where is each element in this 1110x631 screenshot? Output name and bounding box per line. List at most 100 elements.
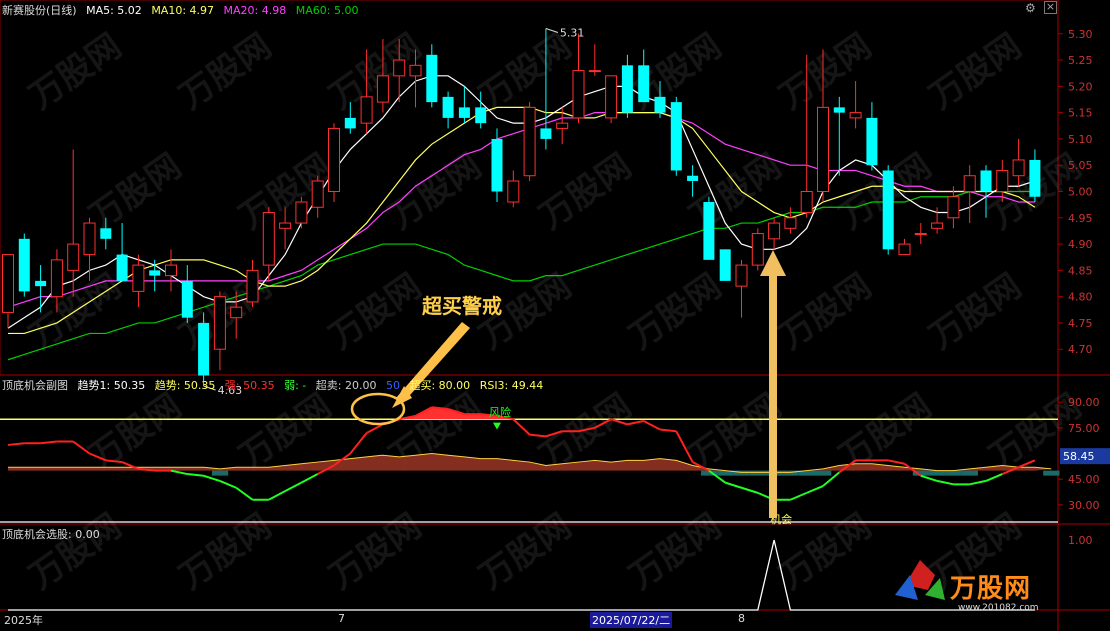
candle-body-up	[996, 169, 1009, 192]
candle-body-up	[132, 264, 145, 292]
ma60-label: MA60: 5.00	[295, 4, 359, 17]
signal-title: 顶底机会选股	[2, 528, 68, 541]
price-tick-label: 5.10	[1068, 133, 1093, 146]
signal-value: : 0.00	[68, 528, 100, 541]
candle-body-up	[295, 201, 308, 224]
oscillator-header: 顶底机会副图 趋势1: 50.35 趋势: 50.35 强: 50.35 弱: …	[2, 377, 549, 393]
watermark-text: 万股网	[322, 506, 428, 597]
rsi-segment	[969, 479, 987, 486]
rsi-segment	[529, 433, 547, 438]
close-icon[interactable]: ×	[1044, 1, 1057, 14]
candle-body-up	[947, 196, 960, 219]
rsi-segment	[170, 469, 188, 476]
watermark-text: 万股网	[22, 506, 128, 597]
osc-tick-label: 30.00	[1068, 499, 1100, 512]
settings-icon[interactable]: ⚙	[1025, 1, 1036, 15]
price-tick-label: 4.75	[1068, 317, 1093, 330]
candle-body-up	[246, 269, 259, 303]
candle-body-down	[719, 249, 731, 281]
candle-body-up	[963, 175, 976, 193]
candle-body-up	[931, 222, 944, 229]
candle-body-up	[230, 306, 243, 319]
candle-body-down	[18, 238, 30, 292]
price-tick-label: 5.25	[1068, 54, 1093, 67]
candle-body-up	[393, 59, 406, 77]
oversold-label: 超卖: 20.00	[315, 379, 377, 392]
candle-body-down	[703, 202, 715, 260]
candle-body-up	[50, 259, 63, 298]
candle-body-up	[800, 191, 813, 214]
rsi-segment	[806, 485, 824, 494]
candle-body-down	[670, 102, 682, 171]
ma10-label: MA10: 4.97	[151, 4, 215, 17]
price-tick-label: 4.95	[1068, 212, 1093, 225]
candle-body-up	[898, 243, 911, 256]
price-tick-label: 4.80	[1068, 291, 1093, 304]
rsi-segment	[985, 473, 1003, 482]
candle-body-down	[442, 96, 454, 118]
brand-name: 万股网	[950, 574, 1032, 604]
rsi-segment	[219, 479, 237, 489]
rsi-segment	[887, 459, 905, 465]
risk-signal-arrow	[493, 422, 501, 430]
candle-body-up	[311, 180, 324, 208]
time-label-cursor-date: 2025/07/22/二	[590, 612, 673, 628]
high-marker-label: 5.31	[560, 27, 585, 40]
candle-body-up	[817, 106, 829, 192]
rsi-segment	[7, 442, 25, 446]
risk-signal-label: 风险	[489, 405, 511, 419]
candle-body-up	[165, 264, 177, 277]
candle-body-up	[523, 106, 536, 177]
osc-tick-label: 45.00	[1068, 473, 1100, 486]
candle-body-up	[751, 233, 764, 266]
trend-area-weak	[961, 470, 978, 476]
candle-body-up	[1012, 159, 1025, 177]
candle-body-up	[83, 222, 96, 256]
candle-body-down	[116, 254, 128, 281]
candle-body-down	[426, 54, 438, 103]
rsi-segment	[235, 486, 254, 501]
rsi-segment	[643, 420, 661, 431]
candle-body-down	[198, 322, 210, 376]
trend-area-weak	[945, 470, 962, 476]
price-tick-label: 5.20	[1068, 80, 1093, 93]
osc-tick-label: 75.00	[1068, 422, 1100, 435]
rsi-segment	[920, 474, 938, 482]
ma20-label: MA20: 4.98	[223, 4, 287, 17]
candle-body-up	[360, 96, 373, 124]
chance-arrow-shaft	[769, 270, 777, 518]
candle-body-up	[507, 180, 520, 203]
rsi-segment	[659, 428, 677, 433]
candle-body-down	[100, 228, 112, 239]
candle-body-down	[882, 170, 894, 250]
candle-body-down	[491, 138, 503, 192]
osc-tick-label: 90.00	[1068, 396, 1100, 409]
time-label-year: 2025年	[4, 614, 43, 627]
watermark-text: 万股网	[832, 386, 938, 477]
time-label-month-8: 8	[738, 612, 745, 625]
candle-body-down	[35, 280, 47, 287]
candle-body-up	[409, 64, 422, 77]
candle-body-up	[2, 254, 14, 313]
trend1-label: 趋势1: 50.35	[77, 379, 146, 392]
candle-body-up	[262, 212, 275, 266]
candle-body-down	[149, 270, 161, 276]
candle-body-up	[67, 243, 80, 271]
rsi-segment	[187, 473, 204, 477]
signal-header: 顶底机会选股: 0.00	[2, 526, 106, 542]
trend-area-weak	[929, 470, 946, 476]
candle-body-down	[621, 65, 633, 113]
candle-body-down	[1029, 159, 1041, 197]
overbought-warning-annotation: 超买警戒	[422, 294, 502, 318]
candle-body-up	[914, 233, 927, 236]
trend-label: 趋势: 50.35	[154, 379, 216, 392]
rsi-segment	[741, 486, 759, 494]
time-label-month-7: 7	[338, 612, 345, 625]
candle-body-down	[980, 170, 992, 192]
price-tick-label: 4.85	[1068, 264, 1093, 277]
weak-label: 弱: -	[284, 379, 307, 392]
rsi-segment	[300, 473, 319, 484]
overbought-label: 超买: 80.00	[409, 379, 471, 392]
candle-body-down	[344, 117, 356, 129]
candle-body-down	[687, 175, 699, 181]
